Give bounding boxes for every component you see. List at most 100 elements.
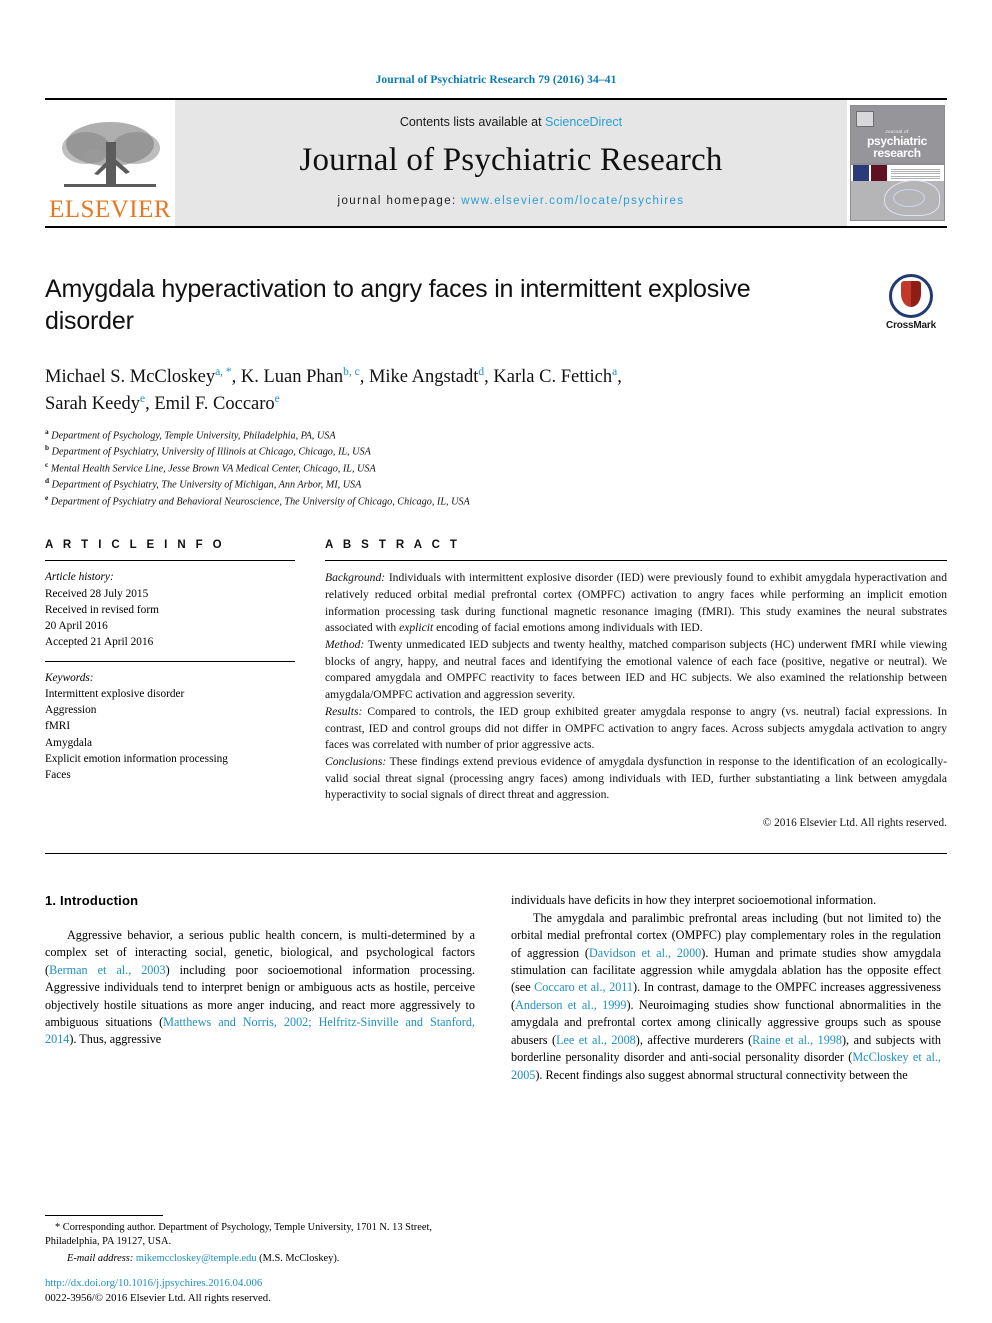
elsevier-logo: ELSEVIER <box>45 100 175 226</box>
email-label: E-mail address: <box>67 1253 134 1265</box>
affiliation-marker: c <box>45 459 49 469</box>
abstract-copyright: © 2016 Elsevier Ltd. All rights reserved… <box>762 816 947 829</box>
intro-right-cont: individuals have deficits in how they in… <box>511 893 877 908</box>
crossmark-icon <box>889 274 933 318</box>
doi-link[interactable]: http://dx.doi.org/10.1016/j.jpsychires.2… <box>45 1276 505 1292</box>
abstract-background-tail: encoding of facial emotions among indivi… <box>433 621 703 635</box>
abstract-body: Background: Individuals with intermitten… <box>325 561 947 831</box>
elsevier-tree-icon <box>62 122 160 187</box>
author-list: Michael S. McCloskeya, *, K. Luan Phanb,… <box>45 366 622 415</box>
corresponding-author-note: * Corresponding author. Department of Ps… <box>45 1221 475 1251</box>
right-text-g: ). Recent findings also suggest abnormal… <box>535 1067 908 1082</box>
affiliation-item: c Mental Health Service Line, Jesse Brow… <box>45 460 947 476</box>
cover-image: Journal of psychiatric research <box>849 105 945 221</box>
body-columns: 1. Introduction Aggressive behavior, a s… <box>45 892 947 1084</box>
body-divider <box>45 853 947 855</box>
footnote-block: * Corresponding author. Department of Ps… <box>45 1214 475 1267</box>
author-name: Mike Angstadt <box>368 367 479 388</box>
article-info-column: A R T I C L E I N F O Article history: R… <box>45 539 295 831</box>
cover-brain-outline-icon <box>883 180 940 216</box>
affiliation-text: Department of Psychiatry, The University… <box>51 479 362 491</box>
author-name: Michael S. McCloskey <box>45 367 216 388</box>
article-info-heading: A R T I C L E I N F O <box>45 539 226 552</box>
author-affil-marker[interactable]: d <box>478 366 484 378</box>
affiliation-item: e Department of Psychiatry and Behaviora… <box>45 493 947 509</box>
article-history-item: Received 28 July 2015 <box>45 587 149 600</box>
keyword-item: Faces <box>45 769 71 782</box>
abstract-results-text: Compared to controls, the IED group exhi… <box>325 704 947 752</box>
homepage-prefix: journal homepage: <box>337 195 462 207</box>
footnote-divider <box>45 1214 163 1216</box>
keyword-item: fMRI <box>45 720 71 733</box>
author-affil-marker[interactable]: a, * <box>215 366 232 378</box>
contents-available-line: Contents lists available at ScienceDirec… <box>400 115 622 129</box>
crossmark-label: CrossMark <box>886 320 936 331</box>
citation-link[interactable]: Anderson et al., 1999 <box>515 998 626 1012</box>
crossmark-badge[interactable]: CrossMark <box>875 274 947 331</box>
citation-link[interactable]: Berman et al., 2003 <box>49 963 166 977</box>
affiliation-list: a Department of Psychology, Temple Unive… <box>45 427 947 509</box>
article-history-item: Accepted 21 April 2016 <box>45 636 154 649</box>
keywords-group: Keywords: Intermittent explosive disorde… <box>45 662 295 794</box>
keyword-item: Amygdala <box>45 736 93 749</box>
keyword-item: Aggression <box>45 704 97 717</box>
abstract-conclusions-text: These findings extend previous evidence … <box>325 754 947 802</box>
homepage-url-link[interactable]: www.elsevier.com/locate/psychires <box>461 195 684 207</box>
affiliation-marker: a <box>45 426 49 436</box>
info-abstract-section: A R T I C L E I N F O Article history: R… <box>45 539 947 831</box>
citation-link[interactable]: Davidson et al., 2000 <box>589 946 701 960</box>
affiliation-item: d Department of Psychiatry, The Universi… <box>45 476 947 492</box>
affiliation-text: Department of Psychiatry, University of … <box>51 446 371 458</box>
running-head: Journal of Psychiatric Research 79 (2016… <box>375 74 617 86</box>
citation-link[interactable]: Raine et al., 1998 <box>752 1033 842 1047</box>
masthead-center: Contents lists available at ScienceDirec… <box>175 100 847 226</box>
intro-text-c: ). Thus, aggressive <box>69 1032 162 1047</box>
citation-link[interactable]: Lee et al., 2008 <box>556 1033 636 1047</box>
journal-title: Journal of Psychiatric Research <box>299 142 723 178</box>
intro-paragraph-left: Aggressive behavior, a serious public he… <box>45 927 475 1049</box>
author-name: K. Luan Phan <box>240 367 344 388</box>
keywords-label: Keywords: <box>45 671 94 684</box>
sciencedirect-link[interactable]: ScienceDirect <box>545 115 622 129</box>
author-affil-marker[interactable]: a <box>612 366 617 378</box>
journal-article-page: Journal of Psychiatric Research 79 (2016… <box>0 0 992 1323</box>
abstract-background-label: Background: <box>325 571 386 585</box>
article-history-label: Article history: <box>45 571 114 584</box>
corresponding-text: Corresponding author. Department of Psyc… <box>45 1221 432 1248</box>
article-history-item: 20 April 2016 <box>45 620 108 633</box>
doi-block: http://dx.doi.org/10.1016/j.jpsychires.2… <box>45 1276 505 1307</box>
issn-copyright-line: 0022-3956/© 2016 Elsevier Ltd. All right… <box>45 1292 271 1305</box>
affiliation-text: Mental Health Service Line, Jesse Brown … <box>50 463 376 475</box>
author-name: Karla C. Fettich <box>493 367 613 388</box>
abstract-method-text: Twenty unmedicated IED subjects and twen… <box>325 638 947 702</box>
abstract-background: Background: Individuals with intermitten… <box>325 570 947 637</box>
citation-link[interactable]: Coccaro et al., 2011 <box>534 980 633 994</box>
article-history-item: Received in revised form <box>45 603 159 616</box>
email-suffix: (M.S. McCloskey). <box>256 1253 340 1265</box>
cover-scan-red-icon <box>870 165 887 182</box>
email-link[interactable]: mikemccloskey@temple.edu <box>136 1253 257 1264</box>
affiliation-item: a Department of Psychology, Temple Unive… <box>45 427 947 443</box>
abstract-results-label: Results: <box>325 704 363 718</box>
affiliation-text: Department of Psychiatry and Behavioral … <box>50 496 470 508</box>
cover-title-text: Journal of psychiatric research <box>851 129 944 159</box>
affiliation-text: Department of Psychology, Temple Univers… <box>51 430 336 442</box>
title-block: Amygdala hyperactivation to angry faces … <box>45 274 947 348</box>
author-affil-marker[interactable]: b, c <box>343 366 360 378</box>
abstract-method: Method: Twenty unmedicated IED subjects … <box>325 637 947 704</box>
cover-publisher-mark-icon <box>855 111 874 127</box>
abstract-heading: A B S T R A C T <box>325 539 461 552</box>
cover-brain-scan-icon <box>852 165 869 182</box>
journal-masthead: ELSEVIER Contents lists available at Sci… <box>45 98 947 228</box>
author-name: Sarah Keedy <box>45 394 141 415</box>
affiliation-marker: e <box>45 492 49 502</box>
author-affil-marker[interactable]: e <box>140 393 145 405</box>
abstract-background-emphasis: explicit <box>399 621 434 635</box>
article-history-group: Article history: Received 28 July 2015 R… <box>45 561 295 660</box>
abstract-conclusions-label: Conclusions: <box>325 754 387 768</box>
abstract-column: A B S T R A C T Background: Individuals … <box>325 539 947 831</box>
author-affil-marker[interactable]: e <box>275 393 280 405</box>
keyword-item: Intermittent explosive disorder <box>45 687 185 700</box>
journal-cover-thumbnail: Journal of psychiatric research <box>847 100 947 226</box>
abstract-conclusions: Conclusions: These findings extend previ… <box>325 754 947 804</box>
